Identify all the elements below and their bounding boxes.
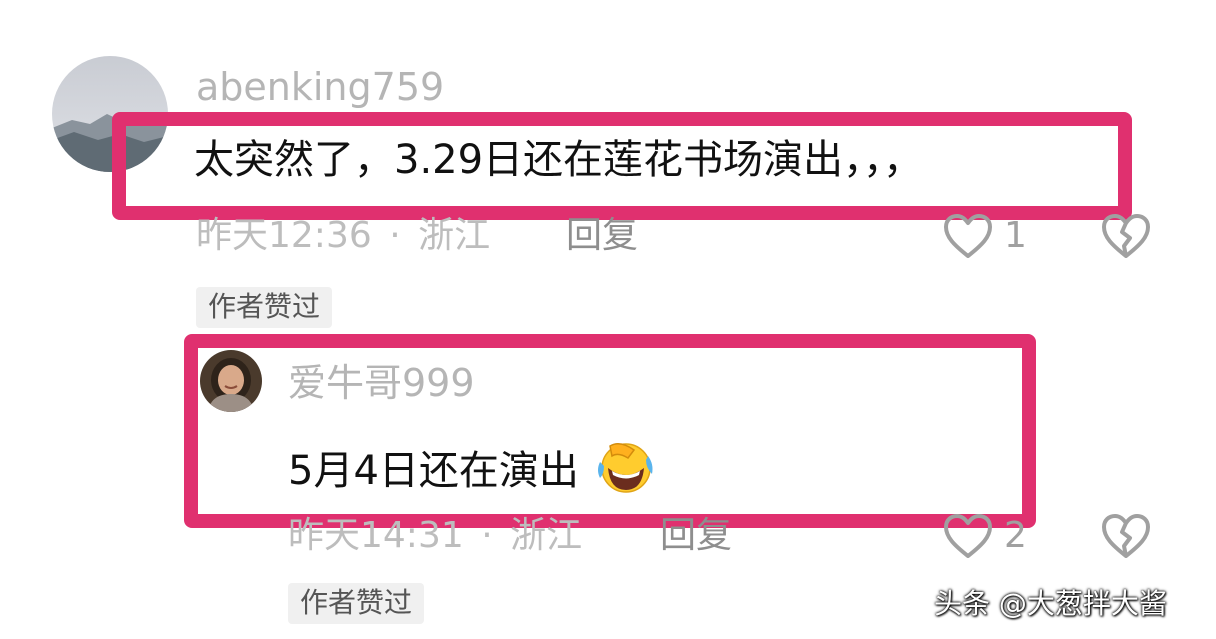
broken-heart-icon	[1102, 514, 1150, 558]
comment-username[interactable]: abenking759	[196, 68, 444, 106]
meta-separator: ·	[389, 215, 401, 256]
reply-button[interactable]: 回复	[566, 218, 638, 254]
dislike-button[interactable]	[1100, 212, 1152, 260]
like-count: 1	[1004, 215, 1027, 256]
dislike-button[interactable]	[1100, 512, 1152, 560]
comment-time: 昨天12:36	[196, 215, 372, 256]
comment-location: 浙江	[418, 215, 491, 256]
highlight-box	[184, 334, 1036, 528]
broken-heart-icon	[1102, 214, 1150, 258]
reply-button[interactable]: 回复	[660, 518, 732, 554]
comment-meta: 昨天12:36 · 浙江	[196, 218, 490, 254]
watermark: 头条 @大葱拌大酱	[934, 587, 1167, 620]
author-liked-badge: 作者赞过	[196, 287, 333, 328]
heart-icon	[944, 214, 992, 258]
like-button[interactable]	[942, 512, 994, 560]
like-button[interactable]	[942, 212, 994, 260]
comment-location: 浙江	[510, 515, 583, 556]
highlight-box	[112, 112, 1132, 220]
like-count: 2	[1004, 515, 1027, 556]
heart-icon	[944, 514, 992, 558]
comment-time: 昨天14:31	[288, 515, 464, 556]
meta-separator: ·	[481, 515, 493, 556]
comment-meta: 昨天14:31 · 浙江	[288, 518, 582, 554]
author-liked-badge: 作者赞过	[288, 583, 425, 624]
